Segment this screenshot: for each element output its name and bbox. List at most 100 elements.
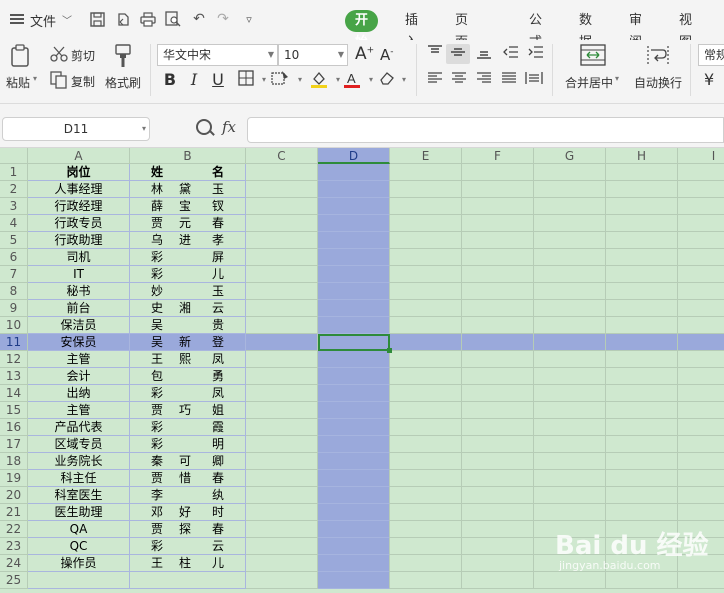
grid-cell[interactable] [534,436,606,453]
grid-cell[interactable] [318,419,390,436]
name-cell[interactable]: 李纨 [130,487,246,504]
grid-cell[interactable] [318,300,390,317]
fill-handle[interactable] [387,348,392,353]
name-cell[interactable]: 王柱儿 [130,555,246,572]
grid-cell[interactable] [246,419,318,436]
grid-cell[interactable] [462,504,534,521]
fill-color-icon[interactable] [309,70,329,90]
grid-cell[interactable] [678,368,724,385]
grid-cell[interactable] [534,504,606,521]
row-header[interactable]: 5 [0,232,28,249]
name-cell[interactable]: 彩凤 [130,385,246,402]
row-header[interactable]: 22 [0,521,28,538]
grid-cell[interactable] [606,198,678,215]
grid-cell[interactable] [462,198,534,215]
distributed-align-icon[interactable] [524,70,544,90]
position-cell[interactable]: 操作员 [28,555,130,572]
grid-cell[interactable] [606,181,678,198]
grid-cell[interactable] [318,351,390,368]
grid-cell[interactable] [318,181,390,198]
name-cell[interactable]: 乌进孝 [130,232,246,249]
grid-cell[interactable] [606,317,678,334]
grid-cell[interactable] [678,487,724,504]
grid-cell[interactable] [246,368,318,385]
grid-cell[interactable] [462,317,534,334]
column-header-g[interactable]: G [534,148,606,164]
grid-cell[interactable] [390,232,462,249]
position-cell[interactable]: 行政助理 [28,232,130,249]
row-header[interactable]: 21 [0,504,28,521]
position-cell[interactable]: 主管 [28,402,130,419]
grid-cell[interactable] [390,215,462,232]
chevron-down-icon[interactable]: ▾ [615,74,619,83]
column-header-b[interactable]: B [130,148,246,164]
column-header-d[interactable]: D [318,148,390,164]
grid-cell[interactable] [534,266,606,283]
copy-button[interactable]: 复制 [71,73,95,90]
grid-cell[interactable] [246,504,318,521]
position-cell[interactable]: 出纳 [28,385,130,402]
chevron-down-icon[interactable]: ▾ [394,70,414,90]
grid-cell[interactable] [246,198,318,215]
position-cell[interactable] [28,572,130,589]
column-header-h[interactable]: H [606,148,678,164]
align-right-icon[interactable] [474,70,494,90]
italic-icon[interactable]: I [184,70,204,90]
grid-cell[interactable] [390,198,462,215]
column-header-f[interactable]: F [462,148,534,164]
grid-cell[interactable] [246,572,318,589]
chevron-down-icon[interactable]: ▾ [142,118,146,140]
row-header[interactable]: 13 [0,368,28,385]
grid-cell[interactable] [390,572,462,589]
grid-cell[interactable] [534,283,606,300]
grid-cell[interactable] [318,470,390,487]
chevron-down-icon[interactable]: ﹀ [62,12,72,27]
grid-cell[interactable] [678,470,724,487]
grid-cell[interactable] [390,470,462,487]
grid-cell[interactable] [246,283,318,300]
column-header-c[interactable]: C [246,148,318,164]
grid-cell[interactable] [606,453,678,470]
grid-cell[interactable] [246,470,318,487]
grid-cell[interactable] [390,436,462,453]
copy-icon[interactable] [50,71,68,89]
name-cell[interactable]: 彩屏 [130,249,246,266]
position-cell[interactable]: 人事经理 [28,181,130,198]
position-cell[interactable]: QC [28,538,130,555]
grid-cell[interactable] [462,181,534,198]
name-cell[interactable]: 史湘云 [130,300,246,317]
position-cell[interactable]: 秘书 [28,283,130,300]
position-cell[interactable]: 产品代表 [28,419,130,436]
grid-cell[interactable] [318,164,390,181]
row-header[interactable]: 6 [0,249,28,266]
grid-cell[interactable] [462,521,534,538]
grid-cell[interactable] [390,317,462,334]
justify-icon[interactable] [499,70,519,90]
position-cell[interactable]: 司机 [28,249,130,266]
grid-cell[interactable] [246,215,318,232]
grid-cell[interactable] [246,232,318,249]
grid-cell[interactable] [606,436,678,453]
grid-cell[interactable] [390,164,462,181]
grid-cell[interactable] [534,402,606,419]
save-icon[interactable] [88,10,106,28]
grid-cell[interactable] [534,487,606,504]
grid-cell[interactable] [462,266,534,283]
position-cell[interactable]: 安保员 [28,334,130,351]
grid-cell[interactable] [534,453,606,470]
grid-cell[interactable] [534,181,606,198]
name-cell[interactable]: 妙玉 [130,283,246,300]
format-painter-button[interactable]: 格式刷 [105,74,141,91]
position-cell[interactable]: 主管 [28,351,130,368]
grid-cell[interactable] [246,555,318,572]
row-header[interactable]: 11 [0,334,28,351]
grid-cell[interactable] [462,453,534,470]
grid-cell[interactable] [606,266,678,283]
row-header[interactable]: 10 [0,317,28,334]
paste-icon[interactable] [10,44,32,68]
active-cell[interactable] [318,334,390,351]
print-icon[interactable] [139,10,157,28]
position-cell[interactable]: 行政专员 [28,215,130,232]
row-header[interactable]: 1 [0,164,28,181]
grid-cell[interactable] [318,249,390,266]
